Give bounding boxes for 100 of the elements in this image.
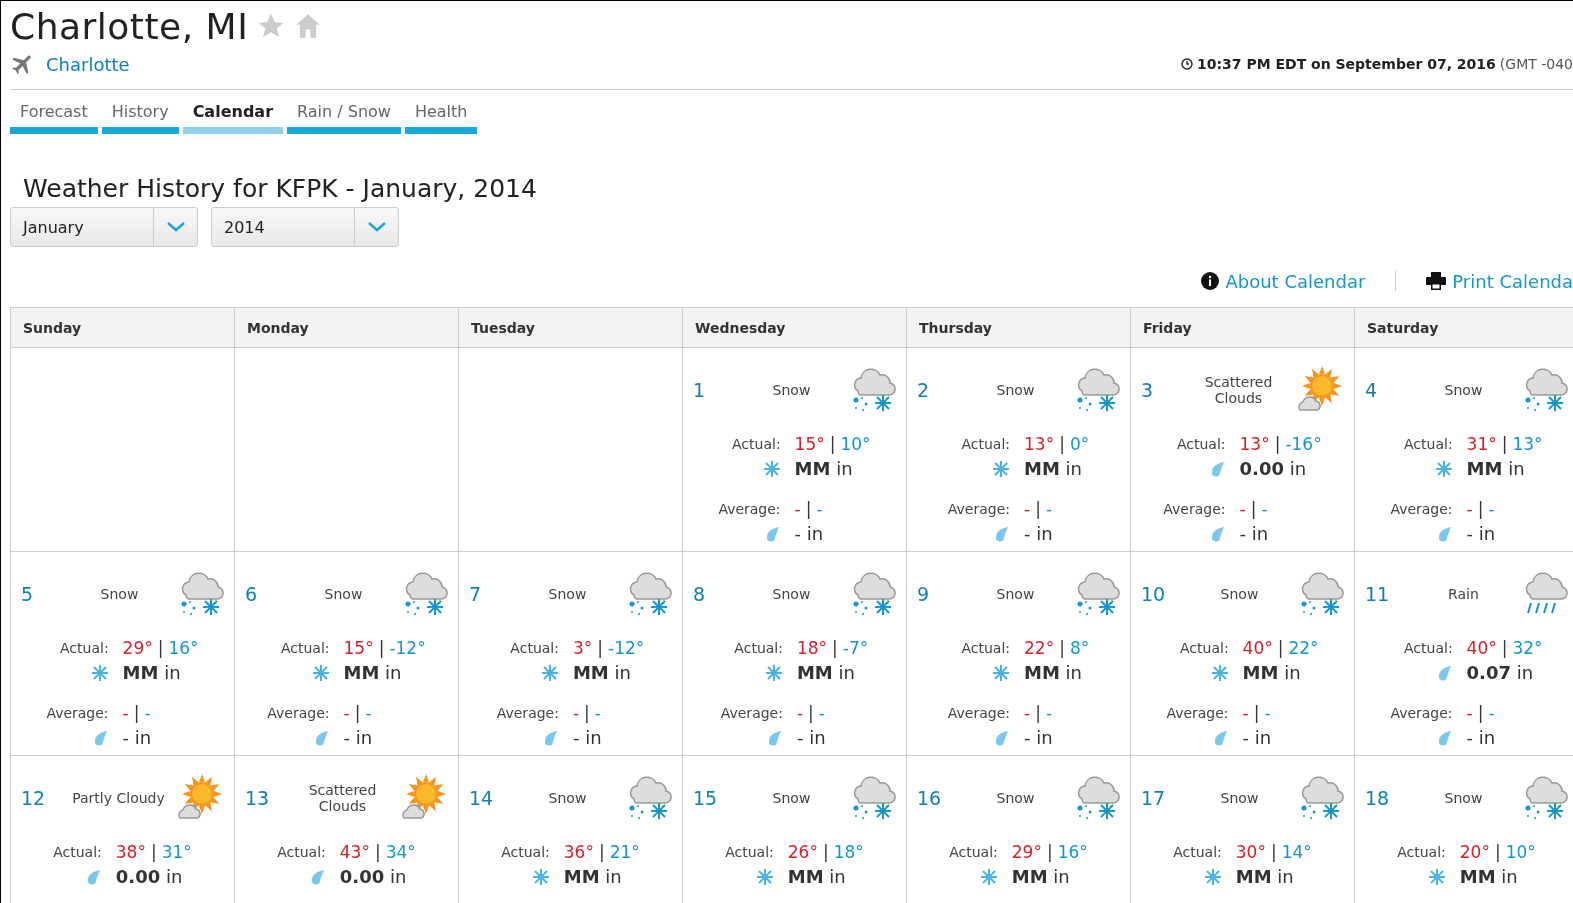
separator-text: |: [1046, 842, 1053, 862]
actual-label: Actual:: [509, 640, 559, 656]
high-temperature: 15°: [794, 434, 825, 454]
raindrop-icon: [92, 729, 109, 746]
condition-text: Snow: [547, 586, 588, 602]
day-number[interactable]: 9: [917, 583, 957, 605]
day-number[interactable]: 17: [1141, 787, 1181, 809]
day-number[interactable]: 15: [693, 787, 733, 809]
calendar-link[interactable]: Print Calenda: [1426, 270, 1573, 292]
calendar-link[interactable]: About Calendar: [1201, 270, 1366, 292]
precipitation-text: MM in: [787, 866, 847, 887]
precipitation-text: MM in: [122, 662, 182, 683]
raindrop-icon: [85, 868, 102, 885]
precipitation-text: MM in: [1459, 866, 1519, 887]
raindrop-icon: [313, 729, 330, 746]
low-temperature: 18°: [833, 842, 864, 862]
separator-text: |: [1059, 434, 1065, 454]
raindrop-icon: [994, 729, 1010, 746]
high-temperature: 26°: [787, 842, 818, 862]
average-precipitation: - in: [1242, 727, 1273, 748]
printer-icon: [1426, 272, 1447, 290]
average-precipitation: - in: [1466, 727, 1497, 748]
precipitation-text: MM in: [1011, 866, 1071, 887]
clock-icon: [1180, 58, 1193, 70]
snowflake-icon: [992, 459, 1010, 478]
day-number[interactable]: 18: [1365, 787, 1405, 809]
day-number[interactable]: 5: [21, 583, 61, 605]
dropdown-select[interactable]: 2014: [211, 207, 399, 247]
precipitation-text: MM in: [1024, 662, 1083, 683]
precipitation-text: 0.00 in: [1239, 458, 1308, 479]
high-temperature: 3°: [572, 638, 593, 658]
sun-cloud-icon: [176, 774, 224, 822]
day-number[interactable]: 3: [1141, 379, 1181, 401]
condition-text: Snow: [995, 382, 1036, 398]
actual-label: Actual:: [733, 640, 783, 656]
high-temperature: 38°: [115, 842, 146, 862]
condition-text: Snow: [99, 586, 140, 602]
condition-text: Scattered Clouds: [307, 782, 378, 814]
high-temperature: 20°: [1459, 842, 1490, 862]
raindrop-icon: [1209, 460, 1226, 477]
average-low: -: [144, 703, 151, 723]
raindrop-icon: [1209, 525, 1226, 542]
sun-cloud-icon: [400, 774, 448, 822]
average-high: -: [794, 499, 801, 519]
precipitation-text: MM in: [1466, 458, 1526, 479]
weekday-header: Wednesday: [683, 308, 907, 348]
average-precipitation: - in: [1466, 523, 1497, 544]
precipitation-text: MM in: [563, 866, 623, 887]
day-number[interactable]: 8: [693, 583, 733, 605]
day-number[interactable]: 1: [693, 379, 733, 401]
low-temperature: 16°: [1057, 842, 1088, 862]
separator-text: |: [150, 842, 157, 862]
average-precipitation: - in: [794, 523, 825, 544]
day-number[interactable]: 7: [469, 583, 509, 605]
day-number[interactable]: 13: [245, 787, 285, 809]
raindrop-icon: [309, 868, 326, 885]
snowflake-icon: [1427, 867, 1446, 886]
high-temperature: 31°: [1466, 434, 1497, 454]
dropdown-select[interactable]: January: [10, 207, 198, 247]
separator-text: |: [1035, 499, 1041, 519]
separator-text: |: [1035, 703, 1041, 723]
day-number[interactable]: 10: [1141, 583, 1181, 605]
separator-text: |: [1270, 842, 1277, 862]
day-number[interactable]: 11: [1365, 583, 1405, 605]
average-precipitation: - in: [1024, 727, 1054, 748]
average-label: Average:: [718, 501, 781, 517]
average-precipitation: - in: [572, 727, 603, 748]
separator-text: |: [1274, 434, 1281, 454]
snowflake-icon: [1210, 663, 1229, 682]
day-number[interactable]: 14: [469, 787, 509, 809]
high-temperature: 30°: [1235, 842, 1266, 862]
low-temperature: 13°: [1512, 434, 1543, 454]
average-high: -: [1239, 499, 1246, 519]
condition-text: Snow: [1219, 790, 1260, 806]
day-number[interactable]: 4: [1365, 379, 1405, 401]
weekday-header: Tuesday: [459, 308, 683, 348]
actual-label: Actual:: [960, 436, 1010, 452]
day-number[interactable]: 12: [21, 787, 61, 809]
raindrop-icon: [764, 525, 781, 542]
condition-text: Snow: [323, 586, 364, 602]
condition-text: Snow: [1443, 382, 1484, 398]
separator-text: |: [1494, 842, 1501, 862]
day-number[interactable]: 6: [245, 583, 285, 605]
average-low: -: [1045, 703, 1052, 723]
actual-label: Actual:: [53, 844, 102, 860]
separator-text: |: [584, 703, 590, 723]
station-link[interactable]: Charlotte: [46, 53, 130, 75]
day-number[interactable]: 16: [917, 787, 957, 809]
day-number[interactable]: 2: [917, 379, 957, 401]
high-temperature: 18°: [796, 638, 828, 658]
snowflake-icon: [992, 663, 1010, 682]
average-label: Average:: [947, 705, 1010, 721]
snowflake-icon: [755, 867, 774, 886]
condition-text: Snow: [1219, 586, 1260, 602]
average-low: -: [1488, 703, 1495, 723]
average-label: Average:: [1166, 705, 1229, 721]
precipitation-text: MM in: [1242, 662, 1302, 683]
sun-cloud-icon: [1296, 366, 1344, 414]
average-label: Average:: [267, 705, 330, 721]
average-label: Average:: [1163, 501, 1226, 517]
